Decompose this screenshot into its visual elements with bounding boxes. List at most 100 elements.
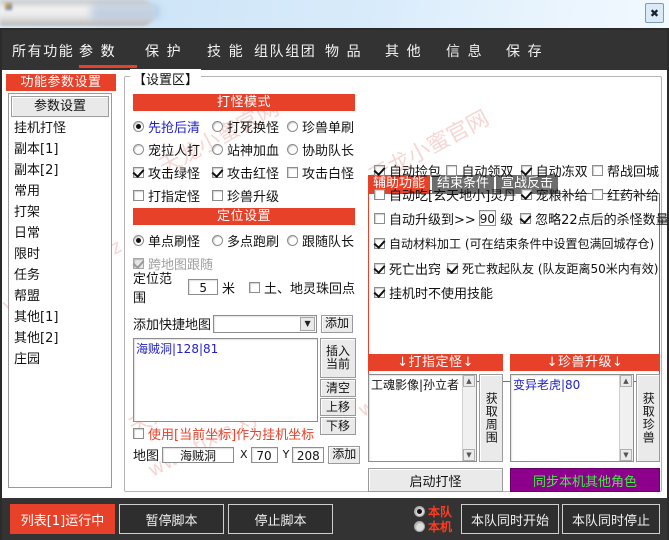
range-input[interactable]: 5 [188, 279, 218, 295]
option-specified-monster[interactable]: 打指定怪 [133, 186, 212, 205]
sync-other-characters-button[interactable]: 同步本机其他角色 [510, 468, 660, 492]
checkbox-icon[interactable] [248, 281, 260, 293]
radio-icon[interactable] [133, 121, 144, 132]
sidebar-item-dungeon-1[interactable]: 副本[1] [11, 139, 109, 160]
nav-item-skills[interactable]: 技 能 [207, 41, 244, 61]
sidebar-item-quest[interactable]: 任务 [11, 265, 109, 286]
sidebar-param-button[interactable]: 参数设置 [11, 96, 109, 117]
map-name-input[interactable]: 海贼洞 [162, 446, 235, 463]
checkbox-icon[interactable] [374, 212, 385, 224]
option-kill-switch-target[interactable]: 打死换怪 [212, 117, 287, 136]
radio-icon[interactable] [287, 144, 298, 155]
option-assist-leader[interactable]: 协助队长 [287, 140, 354, 159]
option-attack-white[interactable]: 攻击白怪 [287, 163, 354, 182]
sidebar-item-fight[interactable]: 打架 [11, 202, 109, 223]
levelup-input[interactable]: 90 [478, 210, 497, 226]
move-down-button[interactable]: 下移 [320, 417, 356, 435]
option-pearl-return[interactable]: 土、地灵珠回点 [248, 278, 355, 297]
sidebar-item-daily[interactable]: 日常 [11, 223, 109, 244]
checkbox-icon[interactable] [520, 212, 532, 224]
checkbox-icon[interactable] [374, 286, 385, 298]
move-up-button[interactable]: 上移 [320, 398, 356, 416]
checkbox-icon[interactable] [133, 167, 144, 178]
option-red-potion-supply[interactable]: 红药补给 [591, 185, 659, 204]
option-multi-point[interactable]: 多点跑刷 [212, 231, 287, 250]
nav-item-items[interactable]: 物 品 [325, 41, 362, 61]
target-monster-list[interactable]: 工魂影像|孙立者 ▲ ▼ [368, 374, 477, 462]
nav-item-all[interactable]: 所有功能 [12, 41, 74, 61]
clear-list-button[interactable]: 清空 [320, 379, 356, 397]
pet-upgrade-list[interactable]: 变异老虎|80 ▲ ▼ [510, 374, 634, 462]
checkbox-icon[interactable] [591, 188, 603, 200]
option-no-skills-while-afk[interactable]: 挂机时不使用技能 [374, 283, 493, 302]
nav-item-info[interactable]: 信 息 [446, 41, 483, 61]
checkbox-icon[interactable] [520, 164, 532, 176]
y-input[interactable]: 208 [292, 446, 325, 463]
radio-icon[interactable] [414, 521, 425, 532]
option-auto-pickup[interactable]: 自动捡包 [374, 161, 446, 180]
nav-item-params[interactable]: 参 数 [79, 41, 116, 61]
quick-map-select[interactable]: ▼ [213, 314, 318, 333]
close-icon[interactable]: ✖ [645, 3, 664, 23]
checkbox-icon[interactable] [446, 164, 458, 176]
scrollbar-vertical[interactable]: ▲ ▼ [619, 375, 633, 461]
checkbox-icon[interactable] [447, 262, 458, 274]
option-attack-red[interactable]: 攻击红怪 [212, 163, 287, 182]
sidebar-item-common[interactable]: 常用 [11, 181, 109, 202]
list-item[interactable]: 工魂影像|孙立者 [369, 375, 476, 394]
checkbox-icon[interactable] [374, 237, 385, 249]
option-rush-then-clear[interactable]: 先抢后清 [133, 117, 212, 136]
list-item[interactable]: 海贼洞|128|81 [134, 339, 317, 358]
sidebar-item-manor[interactable]: 庄园 [11, 349, 109, 370]
scope-option-team[interactable]: 本队 [414, 504, 458, 519]
scroll-up-icon[interactable]: ▲ [620, 375, 632, 387]
scroll-up-icon[interactable]: ▲ [463, 375, 475, 387]
start-grind-button[interactable]: 启动打怪 [368, 468, 503, 492]
map-add-button[interactable]: 添加 [328, 445, 361, 464]
checkbox-icon[interactable] [374, 188, 385, 200]
radio-icon[interactable] [287, 121, 298, 132]
stop-script-button[interactable]: 停止脚本 [228, 504, 333, 534]
option-guild-war-return[interactable]: 帮战回城 [591, 161, 659, 180]
nav-item-protect[interactable]: 保 护 [145, 41, 182, 61]
option-use-current-coord[interactable]: 使用[当前坐标]作为挂机坐标 [133, 424, 314, 443]
radio-icon[interactable] [212, 144, 223, 155]
nav-item-other[interactable]: 其 他 [385, 41, 422, 61]
option-ignore-kill-count[interactable]: 忽略22点后的杀怪数量 [520, 209, 669, 228]
option-auto-levelup[interactable]: 自动升级到>> [374, 209, 476, 228]
get-pet-button[interactable]: 获取珍兽 [636, 374, 660, 462]
option-auto-claim-double[interactable]: 自动领双 [446, 161, 520, 180]
scrollbar-vertical[interactable]: ▲ ▼ [462, 375, 476, 461]
option-auto-freeze-double[interactable]: 自动冻双 [520, 161, 592, 180]
radio-icon[interactable] [414, 506, 425, 517]
scroll-down-icon[interactable]: ▼ [463, 449, 475, 461]
pause-script-button[interactable]: 暂停脚本 [119, 504, 224, 534]
status-running-button[interactable]: 列表[1]运行中 [10, 504, 115, 534]
sidebar-item-other-1[interactable]: 其他[1] [11, 307, 109, 328]
option-single-point[interactable]: 单点刷怪 [133, 231, 212, 250]
sidebar-item-other-2[interactable]: 其他[2] [11, 328, 109, 349]
get-surrounding-button[interactable]: 获取周围 [479, 374, 503, 462]
team-start-button[interactable]: 本队同时开始 [461, 504, 559, 534]
option-death-soul-out[interactable]: 死亡出窍 [374, 259, 447, 278]
checkbox-icon[interactable] [212, 190, 223, 201]
checkbox-icon[interactable] [287, 167, 298, 178]
radio-icon[interactable] [212, 235, 223, 246]
checkbox-icon[interactable] [591, 164, 603, 176]
option-attack-green[interactable]: 攻击绿怪 [133, 163, 212, 182]
checkbox-icon[interactable] [212, 167, 223, 178]
quick-map-add-button[interactable]: 添加 [321, 314, 354, 333]
scroll-down-icon[interactable]: ▼ [620, 449, 632, 461]
sidebar-item-guild[interactable]: 帮盟 [11, 286, 109, 307]
radio-icon[interactable] [133, 235, 144, 246]
option-pet-levelup[interactable]: 珍兽升级 [212, 186, 279, 205]
option-revive-teammate[interactable]: 死亡救起队友 (队友距离50米内有效) [447, 260, 658, 277]
x-input[interactable]: 70 [250, 446, 278, 463]
sidebar-item-afk-grind[interactable]: 挂机打怪 [11, 118, 109, 139]
option-follow-leader[interactable]: 跟随队长 [287, 231, 354, 250]
option-stand-heal[interactable]: 站神加血 [212, 140, 287, 159]
checkbox-icon[interactable] [520, 188, 532, 200]
radio-icon[interactable] [133, 144, 144, 155]
checkbox-icon[interactable] [133, 428, 144, 439]
checkbox-icon[interactable] [133, 190, 144, 201]
